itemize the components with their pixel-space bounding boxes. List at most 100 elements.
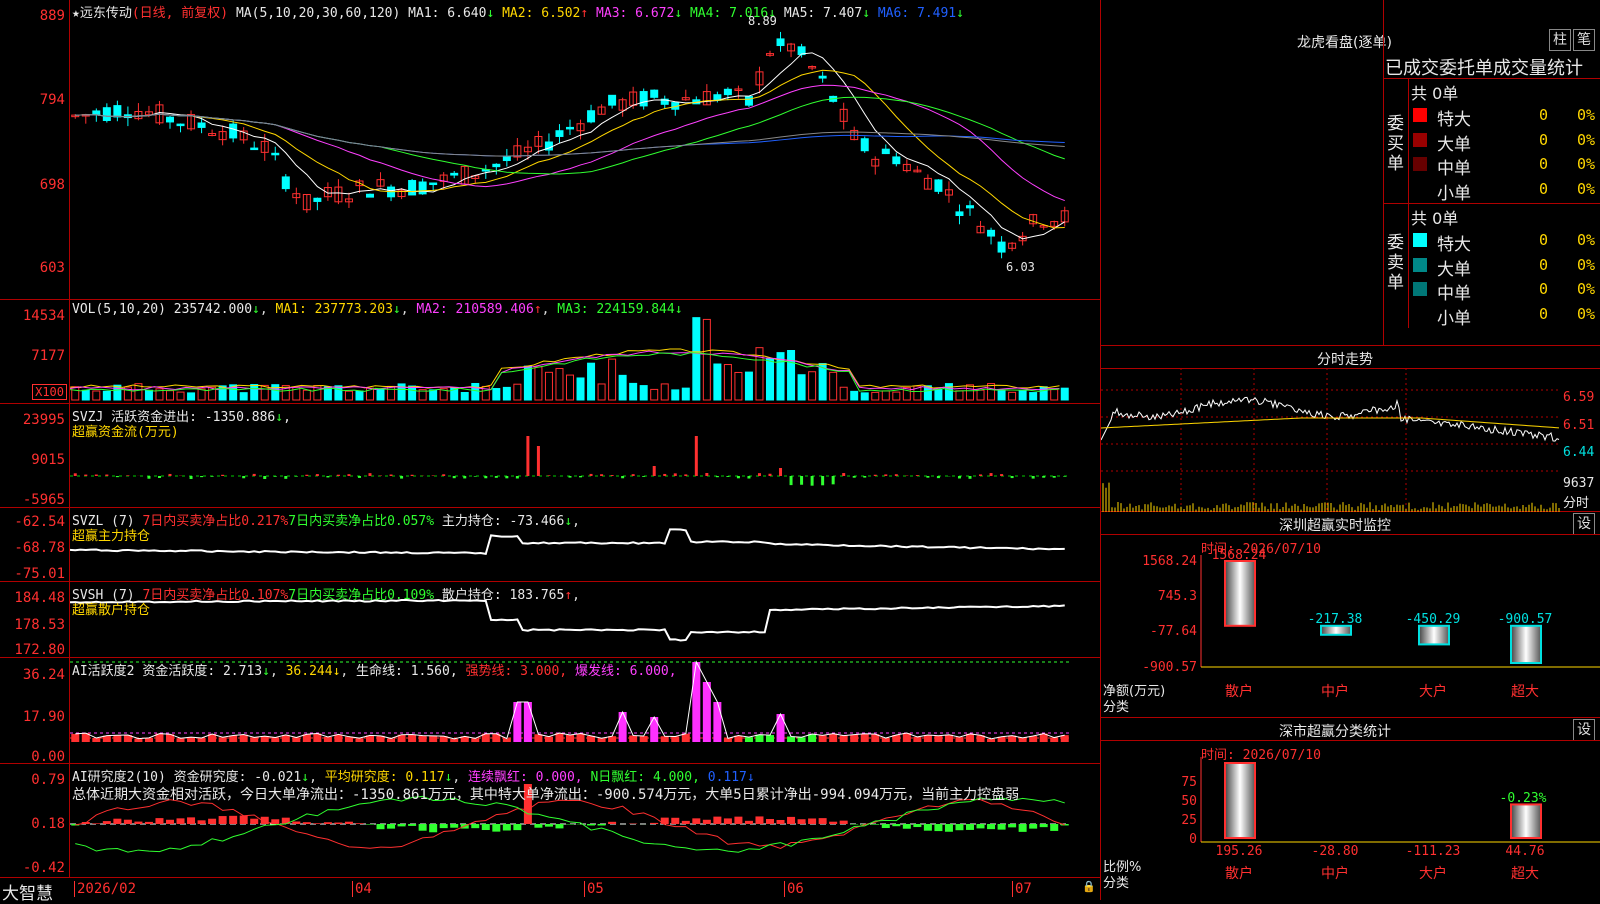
research-bar [871, 824, 879, 825]
volume-axis: 14534 7177 X100 [0, 300, 70, 403]
volume-bar [167, 391, 174, 400]
bar-value-label: 195.26 [1216, 844, 1263, 859]
ma-line [75, 70, 1064, 228]
volume-bar [240, 393, 247, 400]
kline-plot[interactable] [70, 0, 1100, 299]
volume-bar [945, 384, 952, 400]
tab-tick[interactable]: 笔 [1573, 29, 1595, 51]
low-price-label: 6.03 [1006, 260, 1035, 274]
arrow-icon: ↓ [956, 6, 964, 21]
research-bar [503, 824, 511, 831]
order-count: 0 [1539, 106, 1548, 124]
svzl-tick: -62.54 [14, 514, 65, 530]
ma2-value: MA2: 6.502 [502, 6, 580, 21]
svsh-subtitle: 超赢散户持仓 [72, 599, 150, 618]
activity-bar [819, 735, 827, 742]
candle-body [114, 106, 121, 117]
order-pct: 0% [1577, 256, 1595, 274]
candle-body [93, 111, 100, 115]
research-bar [955, 824, 963, 830]
research-bar [671, 818, 679, 824]
research-bar [724, 818, 732, 824]
svzj-panel[interactable]: 23995 9015 -5965 SVZJ 活跃资金进出: -1350.886↓… [0, 404, 1100, 508]
research-bar [103, 821, 111, 824]
activity-bar [787, 736, 795, 742]
svzj-axis: 23995 9015 -5965 [0, 404, 70, 507]
volume-bar [524, 366, 531, 400]
volume-bar [145, 390, 152, 400]
order-size: 中单 [1437, 279, 1471, 304]
ai-activity-panel[interactable]: 36.24 17.90 0.00 AI活跃度2 资金活跃度: 2.713↓, 3… [0, 658, 1100, 764]
svzj-tick: 9015 [31, 452, 65, 468]
volume-header: VOL(5,10,20) 235742.000↓, MA1: 237773.20… [72, 302, 683, 317]
minute-tick: 6.59 [1563, 390, 1594, 405]
chart-area: 889 794 698 603 ★远东传动(日线, 前复权) MA(5,10,2… [0, 0, 1100, 900]
research-bar [313, 823, 321, 824]
ma5-value: MA5: 7.407 [784, 6, 862, 21]
adjust-mode[interactable]: (日线, 前复权) [132, 6, 228, 21]
candle-body [167, 117, 174, 122]
research-bar [598, 824, 606, 825]
volume-bar [967, 385, 974, 400]
volume-bar [735, 372, 742, 400]
candle-body [861, 139, 868, 151]
lock-icon[interactable]: 🔒 [1082, 880, 1096, 893]
candle-body [724, 89, 731, 94]
volume-bar [682, 388, 689, 400]
candle-body [451, 173, 458, 175]
activity-bar [798, 737, 806, 742]
ai2-c: 连续飘红: 0.000, [468, 770, 583, 785]
bar-value-label: -217.38 [1308, 612, 1363, 627]
activity-bar [92, 738, 100, 742]
research-bar [92, 823, 100, 824]
order-count: 0 [1539, 155, 1548, 173]
research-bar [1040, 824, 1048, 827]
arrow-icon: ↓ [862, 6, 870, 21]
ma-line [75, 97, 1064, 174]
svzl-panel[interactable]: -62.54 -68.78 -75.01 SVZL (7) 7日内买卖净占比0.… [0, 508, 1100, 582]
bar-value-label: 44.76 [1505, 844, 1544, 859]
candle-body [282, 177, 289, 189]
volume-bar [472, 383, 479, 400]
research-bar [534, 824, 542, 828]
minute-trend-panel[interactable]: 分时走势 6.59 6.51 6.44 9637 分时 [1101, 346, 1600, 512]
research-bar [987, 824, 995, 829]
research-bar [777, 820, 785, 824]
activity-bar [324, 737, 332, 742]
ai-research-panel[interactable]: 0.79 0.18 -0.42 AI研究度2(10) 资金研究度: -0.021… [0, 764, 1100, 878]
volume-bar [977, 390, 984, 400]
research-bar [840, 821, 848, 824]
research-bar [1029, 824, 1037, 829]
volume-panel[interactable]: 14534 7177 X100 VOL(5,10,20) 235742.000↓… [0, 300, 1100, 404]
tab-bar[interactable]: 柱 [1549, 29, 1571, 51]
activity-bar [524, 702, 532, 742]
volume-bar [661, 384, 668, 400]
activity-bar [292, 737, 300, 742]
volume-bar [251, 385, 258, 400]
research-bar [798, 819, 806, 824]
research-bar [366, 824, 374, 825]
order-count: 0 [1539, 231, 1548, 249]
volume-bar [545, 372, 552, 400]
svzj-subtitle: 超赢资金流(万元) [72, 421, 179, 440]
ai1-b: 36.244 [286, 664, 333, 679]
candle-body [745, 97, 752, 106]
category-bar [1511, 626, 1541, 663]
order-row: 中单00% [1411, 278, 1600, 302]
stock-name[interactable]: ★远东传动 [72, 6, 132, 21]
order-pct: 0% [1577, 231, 1595, 249]
order-pct: 0% [1577, 180, 1595, 198]
svzl-tick: -68.78 [14, 540, 65, 556]
volume-ma-line [70, 351, 1059, 390]
svsh-panel[interactable]: 184.48 178.53 172.80 SVSH (7) 7日内买卖净占比0.… [0, 582, 1100, 658]
kline-panel[interactable]: 889 794 698 603 ★远东传动(日线, 前复权) MA(5,10,2… [0, 0, 1100, 300]
activity-bar [692, 662, 700, 742]
ma1-value: MA1: 6.640 [408, 6, 486, 21]
category-label: 中户 [1321, 865, 1349, 882]
activity-bar [471, 738, 479, 742]
activity-bar [861, 734, 869, 742]
ma-params: MA(5,10,20,30,60,120) [236, 6, 400, 21]
activity-bar [934, 736, 942, 742]
svzl-axis: -62.54 -68.78 -75.01 [0, 508, 70, 581]
research-bar [145, 822, 153, 824]
